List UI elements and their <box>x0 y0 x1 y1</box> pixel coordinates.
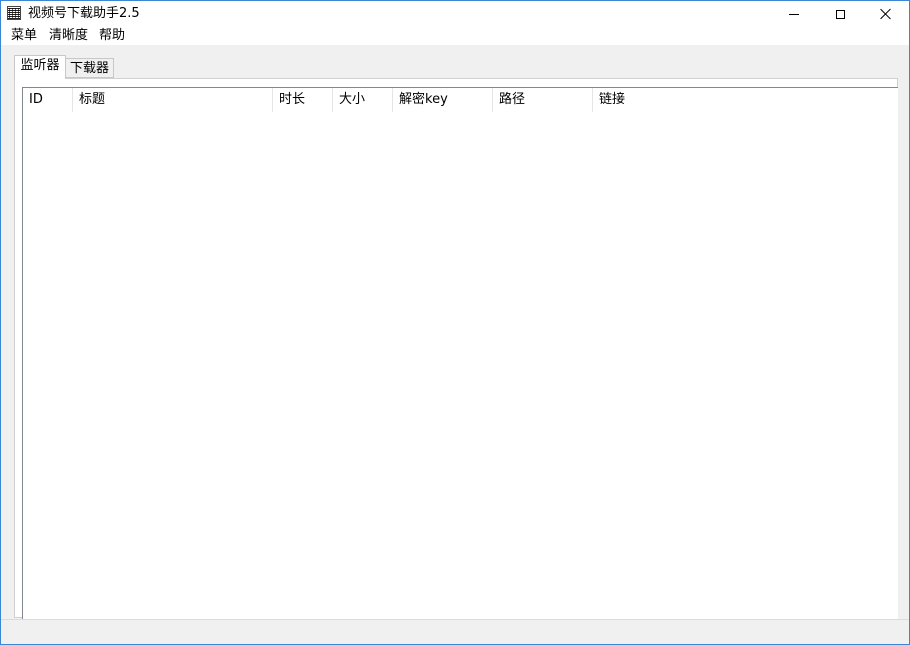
close-icon <box>880 8 892 20</box>
listener-tab-panel: ID 标题 时长 大小 解密key 路径 链接 <box>14 78 898 619</box>
maximize-icon <box>835 9 845 19</box>
app-window: 视频号下载助手2.5 菜单 清晰度 帮助 监听器 下载器 ID 标题 时长 大小… <box>0 0 910 645</box>
list-header: ID 标题 时长 大小 解密key 路径 链接 <box>23 88 898 112</box>
menu-item-menu[interactable]: 菜单 <box>11 28 37 44</box>
window-title: 视频号下载助手2.5 <box>28 6 140 21</box>
column-header-size[interactable]: 大小 <box>333 88 393 112</box>
close-button[interactable] <box>863 1 909 27</box>
tab-downloader[interactable]: 下载器 <box>66 58 114 78</box>
column-header-id[interactable]: ID <box>23 88 73 112</box>
title-bar[interactable]: 视频号下载助手2.5 <box>1 1 909 27</box>
minimize-icon <box>789 13 799 15</box>
menu-item-resolution[interactable]: 清晰度 <box>49 28 88 44</box>
status-bar <box>1 619 909 644</box>
column-header-title[interactable]: 标题 <box>73 88 273 112</box>
menu-bar: 菜单 清晰度 帮助 <box>1 27 909 45</box>
tab-listener[interactable]: 监听器 <box>14 55 66 79</box>
maximize-button[interactable] <box>817 1 863 27</box>
column-header-duration[interactable]: 时长 <box>273 88 333 112</box>
column-header-decrypt-key[interactable]: 解密key <box>393 88 493 112</box>
column-header-path[interactable]: 路径 <box>493 88 593 112</box>
column-header-link[interactable]: 链接 <box>593 88 898 112</box>
minimize-button[interactable] <box>771 1 817 27</box>
capture-list-view[interactable]: ID 标题 时长 大小 解密key 路径 链接 <box>22 87 898 619</box>
menu-item-help[interactable]: 帮助 <box>99 28 125 44</box>
app-icon[interactable] <box>7 6 21 20</box>
